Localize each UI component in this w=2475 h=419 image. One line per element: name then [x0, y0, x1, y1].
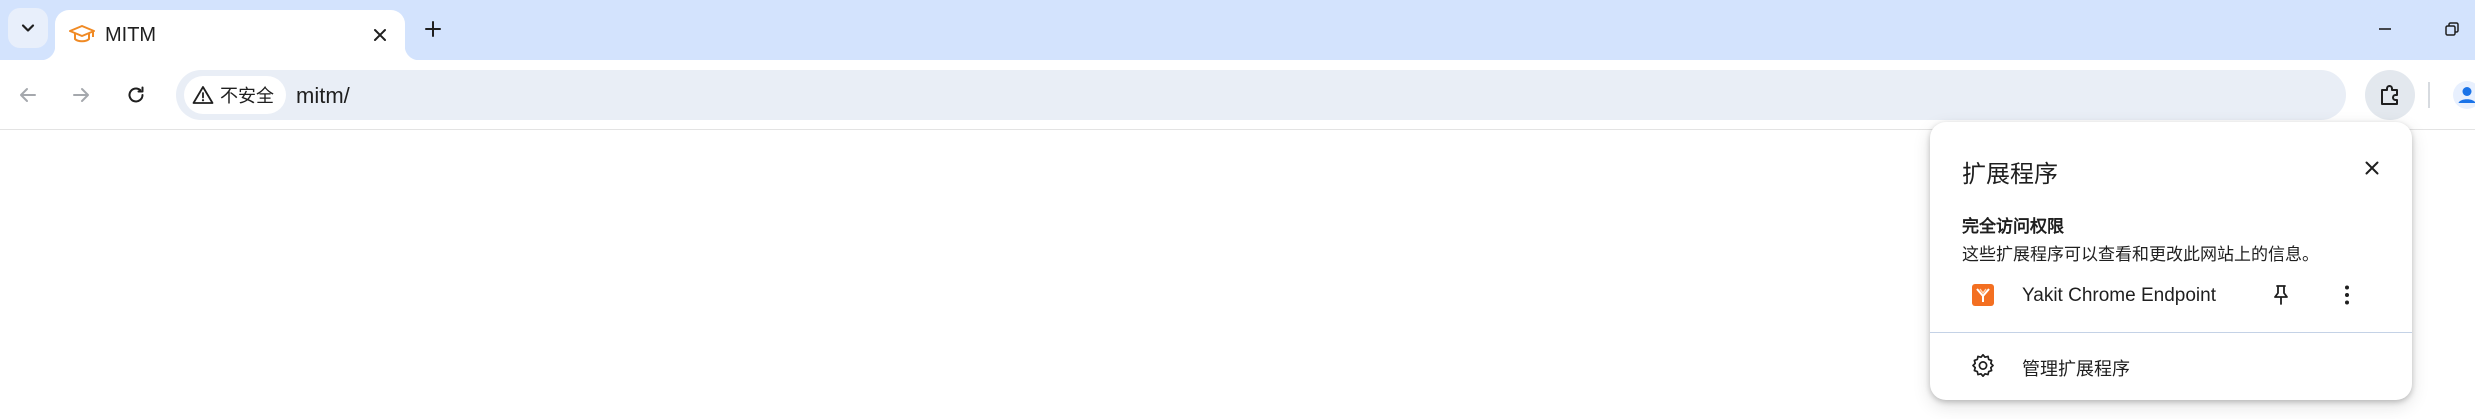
extensions-button[interactable] — [2365, 70, 2415, 120]
reload-button[interactable] — [118, 77, 154, 113]
arrow-right-icon — [73, 88, 89, 102]
menu-divider — [1930, 332, 2412, 333]
restore-button[interactable] — [2437, 14, 2467, 44]
forward-button[interactable] — [63, 77, 99, 113]
manage-extensions-item[interactable]: 管理扩展程序 — [1930, 340, 2412, 390]
arrow-left-icon — [20, 88, 36, 102]
section-heading: 完全访问权限 — [1962, 217, 2064, 237]
warning-icon — [192, 86, 214, 104]
tab-close-button[interactable] — [367, 22, 393, 48]
section-description: 这些扩展程序可以查看和更改此网站上的信息。 — [1962, 245, 2319, 265]
plus-icon — [425, 21, 441, 37]
avatar-icon — [2453, 81, 2475, 109]
profile-button[interactable] — [2450, 78, 2475, 112]
new-tab-button[interactable] — [418, 14, 448, 44]
tab-title: MITM — [105, 24, 157, 46]
yakit-icon — [1972, 284, 1994, 306]
extension-name: Yakit Chrome Endpoint — [2022, 285, 2216, 306]
gear-icon — [1970, 352, 1996, 378]
site-security-chip[interactable]: 不安全 — [184, 76, 286, 114]
close-icon — [374, 29, 386, 41]
more-vert-icon — [2345, 285, 2349, 305]
minimize-icon — [2379, 28, 2391, 30]
pin-extension-button[interactable] — [2264, 278, 2298, 312]
toolbar: 不安全 mitm/ — [0, 60, 2475, 130]
toolbar-divider — [2428, 82, 2430, 108]
extension-more-button[interactable] — [2330, 278, 2364, 312]
tab-strip: MITM — [0, 0, 2475, 60]
extensions-menu-close-button[interactable] — [2356, 152, 2388, 184]
chevron-down-icon — [21, 24, 35, 32]
minimize-button[interactable] — [2370, 14, 2400, 44]
manage-extensions-label: 管理扩展程序 — [2022, 359, 2130, 380]
extensions-menu-title: 扩展程序 — [1962, 160, 2058, 188]
security-label: 不安全 — [220, 86, 274, 107]
pin-icon — [2274, 285, 2288, 305]
back-button[interactable] — [10, 77, 46, 113]
tab-search-button[interactable] — [8, 8, 48, 48]
tab-mitm[interactable]: MITM — [41, 10, 419, 60]
extension-item[interactable]: Yakit Chrome Endpoint — [1930, 270, 2412, 322]
puzzle-icon — [2381, 85, 2398, 105]
restore-icon — [2445, 22, 2459, 36]
extensions-menu: 扩展程序 完全访问权限 这些扩展程序可以查看和更改此网站上的信息。 Yakit … — [1930, 122, 2412, 400]
mortarboard-icon — [69, 25, 95, 43]
reload-icon — [128, 86, 144, 103]
url-text[interactable]: mitm/ — [296, 83, 350, 109]
address-bar[interactable]: 不安全 mitm/ — [176, 70, 2346, 120]
close-icon — [2365, 161, 2379, 175]
